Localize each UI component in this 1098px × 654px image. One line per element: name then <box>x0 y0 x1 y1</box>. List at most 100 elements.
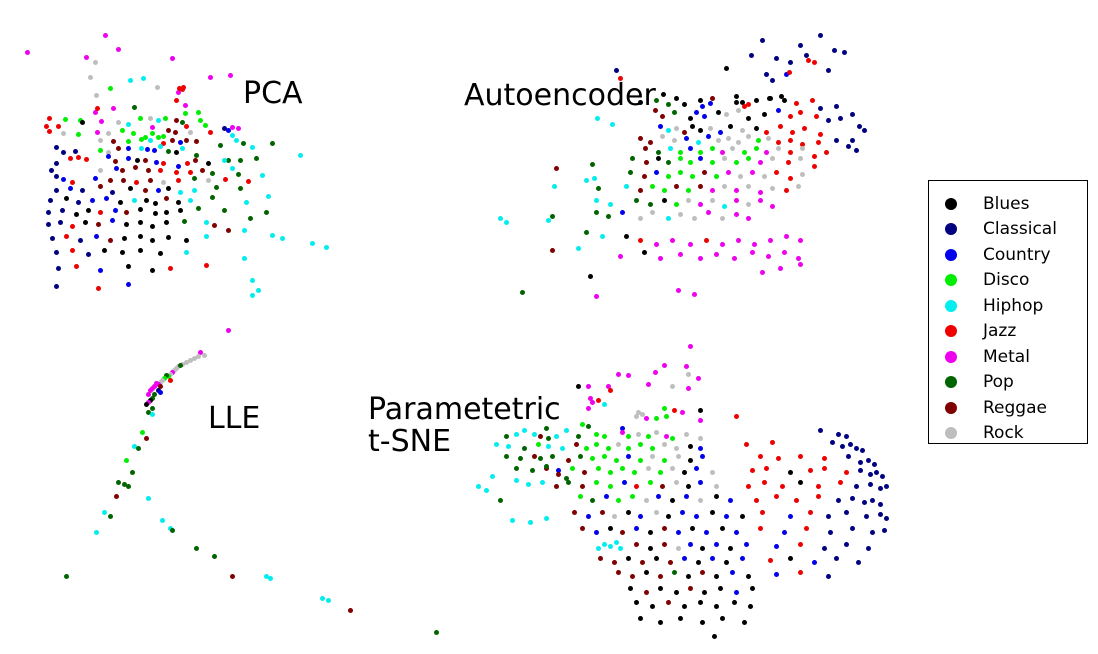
legend-item-classical[interactable]: Classical <box>929 217 1087 243</box>
scatter-point <box>719 525 725 531</box>
scatter-point <box>57 219 63 225</box>
scatter-point <box>627 585 633 591</box>
scatter-point <box>601 401 607 407</box>
scatter-point <box>191 187 197 193</box>
scatter-point <box>553 165 559 171</box>
scatter-point <box>249 144 255 150</box>
scatter-point <box>757 159 763 165</box>
scatter-point <box>127 77 133 83</box>
scatter-point <box>655 493 661 499</box>
dimensionality-reduction-figure: PCA Autoencoder LLE Parametetric t-SNE Blue… <box>0 0 1098 654</box>
scatter-point <box>483 487 489 493</box>
scatter-point <box>607 543 613 549</box>
scatter-point <box>152 200 158 206</box>
scatter-point <box>309 240 315 246</box>
scatter-point <box>655 155 661 161</box>
legend-item-pop[interactable]: Pop <box>929 370 1087 396</box>
scatter-point <box>845 453 851 459</box>
scatter-point <box>743 541 749 547</box>
scatter-point <box>661 362 667 368</box>
legend-swatch-icon <box>945 427 957 440</box>
scatter-point <box>675 545 681 551</box>
scatter-point <box>217 142 223 148</box>
scatter-point <box>757 453 763 459</box>
scatter-point <box>883 515 889 521</box>
scatter-point <box>659 133 665 139</box>
scatter-point <box>883 483 889 489</box>
scatter-point <box>125 145 131 151</box>
scatter-point <box>347 607 353 613</box>
scatter-point <box>649 603 655 609</box>
scatter-point <box>45 209 51 215</box>
scatter-point <box>623 183 629 189</box>
scatter-point <box>489 473 495 479</box>
legend-item-rock[interactable]: Rock <box>929 421 1087 447</box>
scatter-point <box>607 483 613 489</box>
scatter-point <box>617 545 623 551</box>
scatter-point <box>173 117 179 123</box>
legend-item-metal[interactable]: Metal <box>929 344 1087 370</box>
scatter-point <box>665 513 671 519</box>
scatter-point <box>112 158 118 164</box>
scatter-point <box>593 197 599 203</box>
scatter-point <box>182 102 188 108</box>
legend-item-disco[interactable]: Disco <box>929 268 1087 294</box>
scatter-point <box>685 187 691 193</box>
scatter-point <box>727 545 733 551</box>
scatter-point <box>433 629 439 635</box>
scatter-point <box>677 169 683 175</box>
legend-item-country[interactable]: Country <box>929 242 1087 268</box>
scatter-point <box>165 127 171 133</box>
scatter-point <box>82 219 88 225</box>
legend-item-reggae[interactable]: Reggae <box>929 395 1087 421</box>
scatter-point <box>660 91 666 97</box>
scatter-point <box>775 107 781 113</box>
scatter-point <box>183 249 189 255</box>
scatter-point <box>225 327 231 333</box>
scatter-point <box>611 513 617 519</box>
scatter-point <box>627 169 633 175</box>
scatter-point <box>47 197 53 203</box>
scatter-point <box>821 545 827 551</box>
scatter-point <box>46 115 52 121</box>
scatter-point <box>209 194 215 200</box>
scatter-point <box>749 585 755 591</box>
scatter-point <box>787 137 793 143</box>
scatter-point <box>613 457 619 463</box>
scatter-point <box>613 67 619 73</box>
scatter-point <box>187 197 193 203</box>
scatter-point <box>607 387 613 393</box>
scatter-point <box>721 203 727 209</box>
scatter-point <box>577 453 583 459</box>
scatter-point <box>53 283 59 289</box>
scatter-point <box>837 115 843 121</box>
scatter-point <box>175 163 181 169</box>
scatter-point <box>213 184 219 190</box>
scatter-point <box>815 483 821 489</box>
scatter-point <box>765 253 771 259</box>
scatter-point <box>607 201 613 207</box>
scatter-point <box>645 433 651 439</box>
scatter-point <box>825 67 831 73</box>
scatter-point <box>675 453 681 459</box>
scatter-point <box>167 265 173 271</box>
scatter-point <box>795 255 801 261</box>
legend-item-hiphop[interactable]: Hiphop <box>929 293 1087 319</box>
scatter-point <box>625 445 631 451</box>
scatter-point <box>813 113 819 119</box>
scatter-point <box>652 369 658 375</box>
scatter-point <box>97 209 103 215</box>
scatter-point <box>803 52 809 58</box>
scatter-point <box>143 197 149 203</box>
scatter-point <box>787 149 793 155</box>
scatter-point <box>739 513 745 519</box>
scatter-point <box>63 233 69 239</box>
legend-item-jazz[interactable]: Jazz <box>929 319 1087 345</box>
scatter-point <box>671 109 677 115</box>
scatter-point <box>757 189 763 195</box>
legend-item-blues[interactable]: Blues <box>929 191 1087 217</box>
scatter-point <box>24 49 30 55</box>
scatter-point <box>877 485 883 491</box>
scatter-point <box>669 435 675 441</box>
scatter-point <box>767 95 773 101</box>
